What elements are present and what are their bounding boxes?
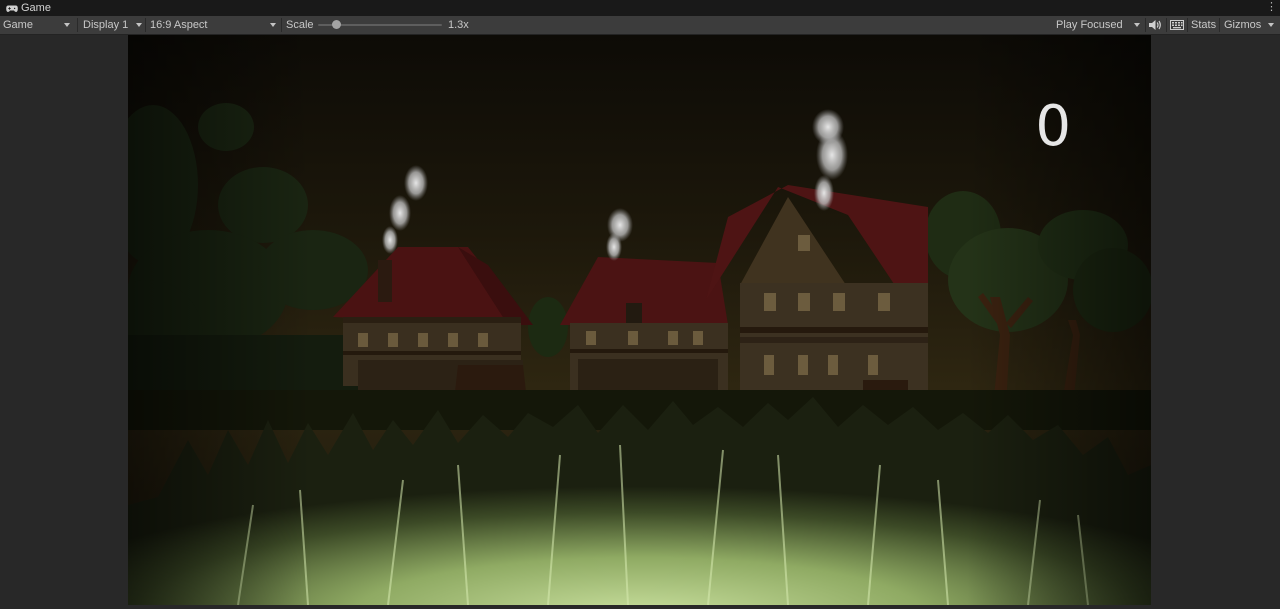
toolbar-divider (281, 18, 282, 32)
vignette-overlay (128, 35, 1151, 605)
toolbar-divider (1166, 18, 1167, 32)
game-tab-label: Game (21, 2, 51, 14)
stats-button[interactable]: Stats (1191, 16, 1216, 34)
chevron-down-icon (136, 23, 142, 27)
game-tab[interactable]: Game (0, 0, 66, 16)
chevron-down-icon (1134, 23, 1140, 27)
aspect-label: 16:9 Aspect (150, 19, 208, 31)
game-viewport[interactable]: 0 (128, 35, 1151, 605)
game-view-toolbar: Game Display 1 16:9 Aspect Scale 1.3x Pl… (0, 16, 1280, 35)
toolbar-divider (1219, 18, 1220, 32)
view-mode-dropdown[interactable]: Game (0, 16, 76, 34)
view-mode-label: Game (3, 19, 33, 31)
gamepad-icon (6, 4, 18, 13)
display-label: Display 1 (83, 19, 129, 31)
play-mode-label: Play Focused (1056, 19, 1123, 31)
chevron-down-icon (1268, 23, 1274, 27)
toolbar-divider (1145, 18, 1146, 32)
display-dropdown[interactable]: Display 1 (78, 16, 144, 34)
speaker-icon[interactable] (1148, 17, 1162, 33)
scale-value: 1.3x (448, 19, 469, 31)
scale-label: Scale (286, 19, 314, 31)
toolbar-divider (1187, 18, 1188, 32)
keyboard-grid-icon[interactable] (1170, 17, 1184, 33)
play-mode-dropdown[interactable]: Play Focused (1052, 16, 1144, 34)
gizmos-dropdown[interactable]: Gizmos (1223, 16, 1275, 34)
score-counter: 0 (1035, 94, 1071, 159)
gizmos-label: Gizmos (1224, 19, 1262, 31)
game-scene (128, 35, 1151, 605)
kebab-menu-icon[interactable]: ⋮ (1266, 0, 1277, 16)
chevron-down-icon (270, 23, 276, 27)
scale-slider-thumb[interactable] (332, 20, 341, 29)
window-tab-bar: Game ⋮ (0, 0, 1280, 17)
chevron-down-icon (64, 23, 70, 27)
aspect-dropdown[interactable]: 16:9 Aspect (146, 16, 280, 34)
